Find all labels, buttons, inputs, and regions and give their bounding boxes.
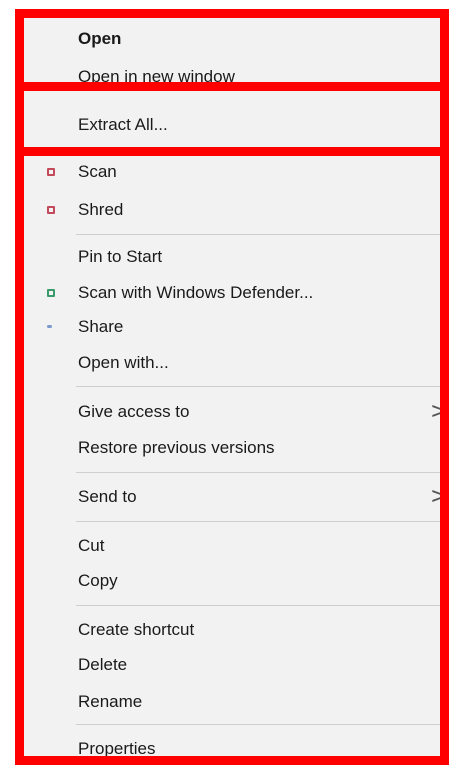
- extract-all-highlight-frame: [15, 82, 449, 156]
- screenshot: Open Open in new window Extract All... S…: [0, 0, 449, 765]
